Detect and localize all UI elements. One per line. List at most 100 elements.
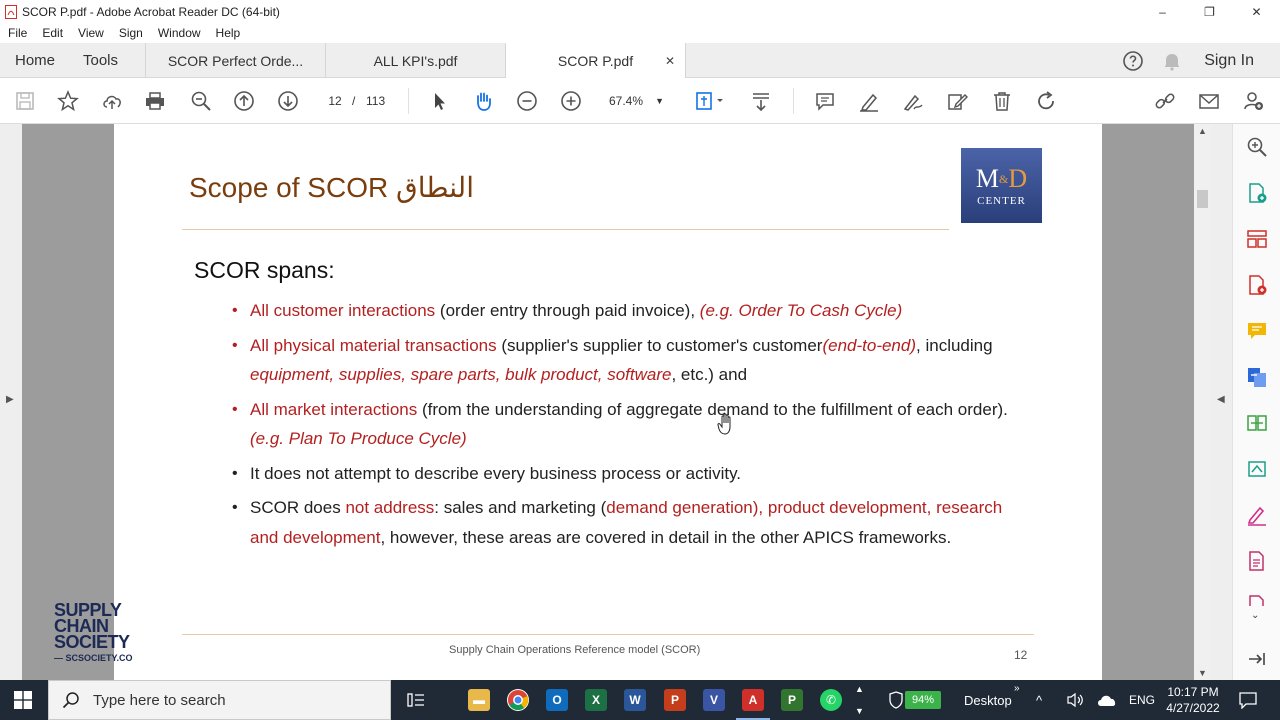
task-view-icon[interactable]: [406, 690, 426, 710]
taskbar-scroll-down-icon[interactable]: ▼: [855, 706, 864, 716]
comment-tool-icon[interactable]: [1246, 320, 1268, 342]
volume-icon[interactable]: [1066, 692, 1084, 708]
project-icon[interactable]: P: [781, 689, 803, 711]
chrome-icon[interactable]: [507, 689, 529, 711]
scroll-mode-icon[interactable]: [749, 89, 773, 113]
visio-icon[interactable]: V: [703, 689, 725, 711]
bullet-customer-interactions: All customer interactions (order entry t…: [232, 296, 1012, 326]
help-icon[interactable]: [1122, 50, 1144, 72]
close-tab-icon[interactable]: ✕: [665, 54, 675, 68]
tab-tools[interactable]: Tools: [83, 43, 118, 78]
windows-start-icon[interactable]: [14, 691, 32, 709]
taskbar-scroll-up-icon[interactable]: ▲: [855, 684, 864, 694]
scroll-thumb[interactable]: [1197, 190, 1208, 208]
collapse-tools-pane-icon[interactable]: [1246, 648, 1268, 670]
document-area[interactable]: ▶ Scope of SCOR النطاق M&D CENTER SCOR s…: [0, 124, 1232, 680]
defender-shield-icon[interactable]: [889, 691, 903, 709]
excel-icon[interactable]: X: [585, 689, 607, 711]
draw-sign-icon[interactable]: [901, 89, 925, 113]
more-tools-icon[interactable]: [1246, 594, 1268, 606]
notifications-bell-icon[interactable]: [1162, 51, 1182, 71]
bookmark-star-icon[interactable]: [56, 89, 80, 113]
tools-scroll-down-icon[interactable]: ⌄: [1251, 610, 1259, 621]
scroll-up-icon[interactable]: ▲: [1198, 126, 1207, 136]
right-panel-toggle[interactable]: ◀: [1211, 124, 1232, 680]
restore-button[interactable]: ❐: [1186, 0, 1233, 23]
bullet-highlight: All market interactions: [250, 399, 418, 419]
logo-center: CENTER: [977, 194, 1026, 207]
expand-left-panel-icon[interactable]: ▶: [6, 394, 14, 405]
highlight-pen-icon[interactable]: [857, 89, 881, 113]
upload-cloud-icon[interactable]: [100, 89, 124, 113]
export-pdf-icon[interactable]: [1246, 274, 1268, 296]
search-zoom-icon[interactable]: [1246, 136, 1268, 158]
desktop-toolbar[interactable]: Desktop: [964, 680, 1012, 720]
close-window-button[interactable]: ✕: [1233, 0, 1280, 23]
zoom-out-icon[interactable]: [515, 89, 539, 113]
file-explorer-icon[interactable]: ▬: [468, 689, 490, 711]
tab-home[interactable]: Home: [15, 43, 55, 78]
scroll-down-icon[interactable]: ▼: [1198, 668, 1207, 678]
slide-title: Scope of SCOR النطاق: [189, 172, 474, 203]
input-language[interactable]: ENG: [1129, 680, 1155, 720]
organize-pages-icon[interactable]: [1246, 228, 1268, 250]
menu-sign[interactable]: Sign: [119, 26, 143, 40]
next-page-icon[interactable]: [276, 89, 300, 113]
word-icon[interactable]: W: [624, 689, 646, 711]
comment-icon[interactable]: [813, 89, 837, 113]
page-number-input[interactable]: 12: [320, 91, 350, 111]
menu-view[interactable]: View: [78, 26, 104, 40]
fit-page-icon[interactable]: [693, 89, 727, 113]
sign-in-button[interactable]: Sign In: [1204, 52, 1254, 70]
whatsapp-icon[interactable]: ✆: [820, 689, 842, 711]
email-icon[interactable]: [1197, 89, 1221, 113]
rotate-icon[interactable]: [1034, 89, 1058, 113]
tab-scor-perfect-order[interactable]: SCOR Perfect Orde...: [145, 43, 326, 78]
hand-tool-icon[interactable]: [471, 89, 495, 113]
zoom-level-dropdown[interactable]: 67.4% ▼: [600, 91, 670, 111]
create-pdf-icon[interactable]: [1246, 182, 1268, 204]
onedrive-cloud-icon[interactable]: [1097, 693, 1117, 707]
left-panel-toggle[interactable]: ▶: [0, 124, 22, 680]
send-for-review-icon[interactable]: [1246, 458, 1268, 480]
fill-and-sign-icon[interactable]: [1246, 504, 1268, 526]
bullet-text: (from the understanding of aggregate dem…: [417, 399, 1008, 419]
pdf-document-icon[interactable]: [1246, 550, 1268, 572]
menu-help[interactable]: Help: [216, 26, 241, 40]
bullet-text: (order entry through paid invoice),: [435, 301, 700, 320]
menu-window[interactable]: Window: [158, 26, 201, 40]
zoom-in-icon[interactable]: [559, 89, 583, 113]
taskbar-search-box[interactable]: Type here to search: [48, 680, 391, 720]
edit-stamp-icon[interactable]: [945, 89, 969, 113]
minimize-button[interactable]: –: [1139, 0, 1186, 23]
hand-cursor-icon: [717, 413, 731, 435]
combine-files-icon[interactable]: [1246, 366, 1268, 388]
toolbar-expand-icon[interactable]: »: [1014, 668, 1020, 708]
vertical-scrollbar[interactable]: ▲ ▼: [1194, 124, 1211, 680]
taskbar-clock[interactable]: 10:17 PM 4/27/2022: [1160, 684, 1226, 716]
add-user-icon[interactable]: [1241, 89, 1265, 113]
previous-page-icon[interactable]: [232, 89, 256, 113]
outlook-icon[interactable]: O: [546, 689, 568, 711]
chevron-down-icon: ▼: [655, 96, 664, 106]
save-icon[interactable]: [13, 89, 37, 113]
tray-chevron-up-icon[interactable]: ^: [1036, 680, 1042, 720]
delete-trash-icon[interactable]: [990, 89, 1014, 113]
zoom-out-magnifier-icon[interactable]: [189, 89, 213, 113]
share-link-icon[interactable]: [1153, 89, 1177, 113]
powerpoint-icon[interactable]: P: [664, 689, 686, 711]
tab-scor-p[interactable]: SCOR P.pdf ✕: [506, 43, 686, 79]
clock-time: 10:17 PM: [1167, 685, 1219, 699]
menu-file[interactable]: File: [8, 26, 27, 40]
battery-indicator[interactable]: 94%: [905, 691, 941, 709]
notification-center-icon[interactable]: [1239, 691, 1257, 709]
menu-edit[interactable]: Edit: [42, 26, 63, 40]
logo-d: D: [1008, 163, 1028, 193]
select-cursor-icon[interactable]: [427, 89, 451, 113]
tab-all-kpis[interactable]: ALL KPI's.pdf: [326, 43, 506, 78]
bullet-not-every-process: It does not attempt to describe every bu…: [232, 459, 1012, 489]
compare-files-icon[interactable]: [1246, 412, 1268, 434]
collapse-right-panel-icon[interactable]: ◀: [1217, 394, 1225, 405]
print-icon[interactable]: [143, 89, 167, 113]
acrobat-taskbar-icon[interactable]: A: [736, 689, 770, 720]
